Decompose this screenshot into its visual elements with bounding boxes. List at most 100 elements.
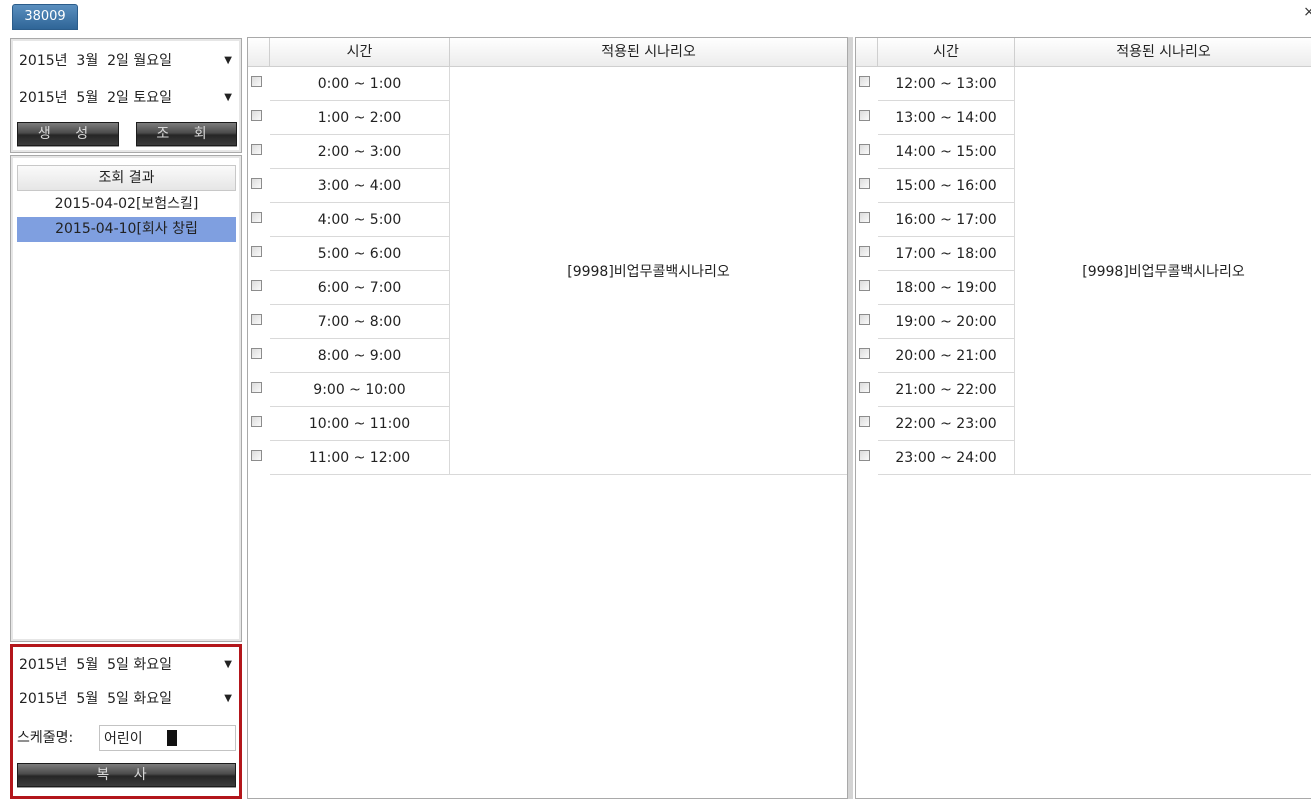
row-checkbox[interactable]	[251, 280, 262, 291]
table-row: 21:00 ~ 22:00	[856, 373, 1015, 407]
checkbox-cell	[856, 271, 878, 305]
row-checkbox[interactable]	[859, 314, 870, 325]
schedule-name-label: 스케줄명:	[17, 730, 74, 746]
time-cell: 23:00 ~ 24:00	[878, 441, 1015, 475]
checkbox-cell	[856, 101, 878, 135]
results-header: 조회 결과	[17, 165, 236, 191]
table-row: 5:00 ~ 6:00	[248, 237, 450, 271]
row-checkbox[interactable]	[251, 110, 262, 121]
time-cell: 16:00 ~ 17:00	[878, 203, 1015, 237]
row-checkbox[interactable]	[251, 246, 262, 257]
result-item[interactable]: 2015-04-02[보험스킬]	[17, 192, 236, 217]
checkbox-cell	[248, 67, 270, 101]
row-checkbox[interactable]	[251, 382, 262, 393]
scenario-cell[interactable]: [9998]비업무콜백시나리오	[450, 67, 847, 475]
checkbox-cell	[856, 67, 878, 101]
row-checkbox[interactable]	[859, 280, 870, 291]
scenario-value: [9998]비업무콜백시나리오	[1082, 263, 1245, 280]
chevron-down-icon[interactable]: ▼	[224, 47, 232, 75]
time-cell: 11:00 ~ 12:00	[270, 441, 450, 475]
table-row: 16:00 ~ 17:00	[856, 203, 1015, 237]
header-time: 시간	[270, 38, 450, 67]
row-checkbox[interactable]	[859, 450, 870, 461]
checkbox-cell	[856, 237, 878, 271]
checkbox-cell	[856, 339, 878, 373]
time-cell: 8:00 ~ 9:00	[270, 339, 450, 373]
query-button[interactable]: 조 회	[136, 122, 237, 146]
table-row: 19:00 ~ 20:00	[856, 305, 1015, 339]
table-row: 7:00 ~ 8:00	[248, 305, 450, 339]
time-cell: 7:00 ~ 8:00	[270, 305, 450, 339]
end-date-value: 2015년 5월 2일 토요일	[19, 90, 172, 106]
row-checkbox[interactable]	[251, 178, 262, 189]
row-checkbox[interactable]	[251, 314, 262, 325]
time-cell: 15:00 ~ 16:00	[878, 169, 1015, 203]
table-row: 1:00 ~ 2:00	[248, 101, 450, 135]
time-cell: 6:00 ~ 7:00	[270, 271, 450, 305]
copy-button[interactable]: 복 사	[17, 763, 236, 787]
start-date-select[interactable]: 2015년 3월 2일 월요일 ▼	[17, 47, 238, 75]
header-time: 시간	[878, 38, 1015, 67]
row-checkbox[interactable]	[859, 212, 870, 223]
checkbox-cell	[248, 373, 270, 407]
checkbox-cell	[248, 339, 270, 373]
text-cursor	[167, 730, 177, 746]
row-checkbox[interactable]	[251, 76, 262, 87]
checkbox-cell	[248, 135, 270, 169]
time-cell: 19:00 ~ 20:00	[878, 305, 1015, 339]
time-cell: 20:00 ~ 21:00	[878, 339, 1015, 373]
scenario-value: [9998]비업무콜백시나리오	[567, 263, 730, 280]
row-checkbox[interactable]	[859, 348, 870, 359]
time-cell: 10:00 ~ 11:00	[270, 407, 450, 441]
start-date-value: 2015년 3월 2일 월요일	[19, 53, 172, 69]
row-checkbox[interactable]	[251, 416, 262, 427]
row-checkbox[interactable]	[859, 110, 870, 121]
schedule-grid-pm: 시간 적용된 시나리오 12:00 ~ 13:00 13:00 ~ 14:00 14…	[855, 37, 1311, 799]
row-checkbox[interactable]	[859, 178, 870, 189]
time-cell: 12:00 ~ 13:00	[878, 67, 1015, 101]
row-checkbox[interactable]	[251, 450, 262, 461]
table-row: 12:00 ~ 13:00	[856, 67, 1015, 101]
time-cell: 13:00 ~ 14:00	[878, 101, 1015, 135]
time-cell: 17:00 ~ 18:00	[878, 237, 1015, 271]
close-icon[interactable]: ×	[1303, 4, 1311, 20]
copy-end-date-select[interactable]: 2015년 5월 5일 화요일 ▼	[17, 685, 238, 713]
checkbox-cell	[248, 305, 270, 339]
scenario-cell[interactable]: [9998]비업무콜백시나리오	[1015, 67, 1311, 475]
chevron-down-icon[interactable]: ▼	[224, 84, 232, 112]
table-row: 9:00 ~ 10:00	[248, 373, 450, 407]
end-date-select[interactable]: 2015년 5월 2일 토요일 ▼	[17, 84, 238, 112]
result-item[interactable]: 2015-04-10[회사 창립	[17, 217, 236, 242]
tab-38009[interactable]: 38009	[12, 4, 78, 30]
table-row: 4:00 ~ 5:00	[248, 203, 450, 237]
time-cell: 1:00 ~ 2:00	[270, 101, 450, 135]
checkbox-cell	[856, 169, 878, 203]
table-row: 11:00 ~ 12:00	[248, 441, 450, 475]
chevron-down-icon[interactable]: ▼	[224, 685, 232, 713]
row-checkbox[interactable]	[251, 348, 262, 359]
create-button[interactable]: 생 성	[17, 122, 119, 146]
row-checkbox[interactable]	[251, 144, 262, 155]
header-scenario: 적용된 시나리오	[1015, 38, 1311, 67]
row-checkbox[interactable]	[859, 76, 870, 87]
table-row: 6:00 ~ 7:00	[248, 271, 450, 305]
table-row: 3:00 ~ 4:00	[248, 169, 450, 203]
splitter[interactable]	[848, 37, 853, 799]
row-checkbox[interactable]	[859, 246, 870, 257]
time-cell: 21:00 ~ 22:00	[878, 373, 1015, 407]
row-checkbox[interactable]	[859, 416, 870, 427]
checkbox-cell	[248, 237, 270, 271]
checkbox-cell	[856, 407, 878, 441]
chevron-down-icon[interactable]: ▼	[224, 651, 232, 679]
checkbox-cell	[856, 203, 878, 237]
table-row: 23:00 ~ 24:00	[856, 441, 1015, 475]
copy-start-date-select[interactable]: 2015년 5월 5일 화요일 ▼	[17, 651, 238, 679]
checkbox-cell	[248, 441, 270, 475]
checkbox-cell	[856, 441, 878, 475]
table-row: 18:00 ~ 19:00	[856, 271, 1015, 305]
schedule-grid-am: 시간 적용된 시나리오 0:00 ~ 1:00 1:00 ~ 2:00 2:00 ~…	[247, 37, 848, 799]
row-checkbox[interactable]	[859, 382, 870, 393]
row-checkbox[interactable]	[859, 144, 870, 155]
row-checkbox[interactable]	[251, 212, 262, 223]
checkbox-cell	[248, 271, 270, 305]
